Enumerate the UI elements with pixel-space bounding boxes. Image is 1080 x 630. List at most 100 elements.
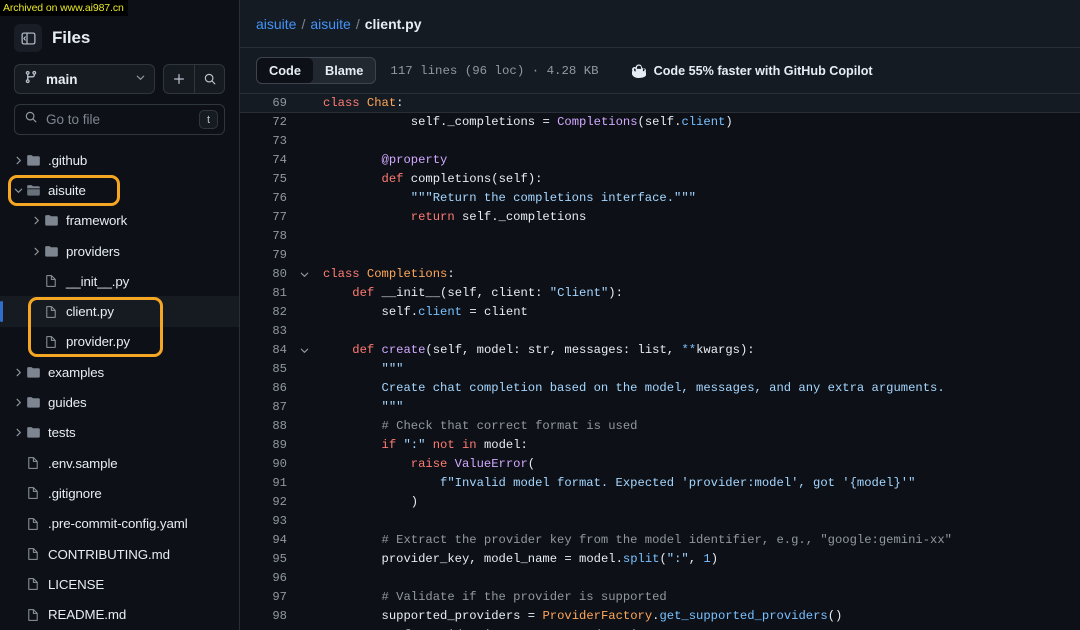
code-line: 84 def create(self, model: str, messages… bbox=[240, 341, 1080, 360]
tree-file-provider-py[interactable]: provider.py bbox=[0, 327, 239, 357]
line-number[interactable]: 79 bbox=[240, 246, 296, 265]
line-number[interactable]: 93 bbox=[240, 512, 296, 531]
code-token: () bbox=[827, 609, 843, 623]
line-number[interactable]: 87 bbox=[240, 398, 296, 417]
code-token: = bbox=[564, 552, 579, 566]
tree-folder-aisuite[interactable]: aisuite bbox=[0, 175, 239, 205]
tree-file-pre-commit-config-yaml[interactable]: .pre-commit-config.yaml bbox=[0, 509, 239, 539]
code-token: client bbox=[681, 115, 726, 129]
copilot-promo[interactable]: Code 55% faster with GitHub Copilot bbox=[631, 63, 873, 79]
code-token: """Return the completions interface.""" bbox=[410, 191, 696, 205]
code-token: , client: bbox=[476, 286, 550, 300]
tree-folder-github[interactable]: .github bbox=[0, 145, 239, 175]
line-number[interactable]: 74 bbox=[240, 151, 296, 170]
breadcrumb: aisuite / aisuite / client.py bbox=[256, 16, 422, 32]
tree-folder-guides[interactable]: guides bbox=[0, 387, 239, 417]
line-number[interactable]: 96 bbox=[240, 569, 296, 588]
line-number[interactable]: 95 bbox=[240, 550, 296, 569]
code-token: Completions bbox=[366, 267, 448, 281]
line-number[interactable]: 80 bbox=[240, 265, 296, 284]
code-source: """Return the completions interface.""" bbox=[313, 189, 696, 208]
line-number[interactable]: 90 bbox=[240, 455, 296, 474]
tree-item-label: .gitignore bbox=[48, 485, 102, 501]
tree-file-license[interactable]: LICENSE bbox=[0, 569, 239, 599]
folder-icon bbox=[26, 395, 48, 410]
line-number[interactable]: 94 bbox=[240, 531, 296, 550]
line-number[interactable]: 99 bbox=[240, 626, 296, 630]
tree-file-env-sample[interactable]: .env.sample bbox=[0, 448, 239, 478]
tree-file-client-py[interactable]: client.py bbox=[0, 296, 239, 327]
line-number[interactable]: 75 bbox=[240, 170, 296, 189]
tree-folder-tests[interactable]: tests bbox=[0, 418, 239, 448]
line-number[interactable]: 85 bbox=[240, 360, 296, 379]
folder-icon bbox=[44, 244, 66, 259]
line-number[interactable]: 92 bbox=[240, 493, 296, 512]
code-blame-toggle: Code Blame bbox=[256, 57, 377, 84]
breadcrumb-folder[interactable]: aisuite bbox=[310, 16, 350, 32]
line-number[interactable]: 86 bbox=[240, 379, 296, 398]
tree-file-init-py[interactable]: __init__.py bbox=[0, 266, 239, 296]
line-number[interactable]: 77 bbox=[240, 208, 296, 227]
chevron-right-icon[interactable] bbox=[10, 367, 26, 378]
code-line: 80 class Completions: bbox=[240, 265, 1080, 284]
line-number[interactable]: 97 bbox=[240, 588, 296, 607]
code-token: self bbox=[644, 115, 675, 129]
tab-blame[interactable]: Blame bbox=[313, 58, 375, 83]
tree-item-label: README.md bbox=[48, 607, 127, 623]
line-number[interactable]: 78 bbox=[240, 227, 296, 246]
add-file-button[interactable] bbox=[164, 65, 194, 93]
search-files-button[interactable] bbox=[194, 65, 224, 93]
code-fold-toggle[interactable] bbox=[296, 345, 313, 356]
tree-item-label: client.py bbox=[66, 304, 114, 320]
code-token: # Validate if the provider is supported bbox=[381, 590, 667, 604]
line-number[interactable]: 91 bbox=[240, 474, 296, 493]
tree-file-contributing-md[interactable]: CONTRIBUTING.md bbox=[0, 539, 239, 569]
line-number[interactable]: 82 bbox=[240, 303, 296, 322]
chevron-down-icon[interactable] bbox=[10, 185, 26, 196]
code-token: self bbox=[447, 286, 477, 300]
code-line: 79 bbox=[240, 246, 1080, 265]
line-number[interactable]: 81 bbox=[240, 284, 296, 303]
line-number[interactable]: 83 bbox=[240, 322, 296, 341]
copilot-promo-text: Code 55% faster with GitHub Copilot bbox=[653, 63, 873, 78]
line-number[interactable]: 98 bbox=[240, 607, 296, 626]
line-number[interactable]: 84 bbox=[240, 341, 296, 360]
go-to-file-shortcut: t bbox=[199, 110, 218, 129]
code-token: """ bbox=[381, 362, 404, 376]
code-viewer[interactable]: 69 class Chat: 72 self._completions = Com… bbox=[240, 94, 1080, 630]
chevron-right-icon[interactable] bbox=[28, 215, 44, 226]
file-icon bbox=[26, 577, 48, 591]
line-number[interactable]: 72 bbox=[240, 113, 296, 132]
chevron-right-icon[interactable] bbox=[10, 397, 26, 408]
branch-selector[interactable]: main bbox=[14, 64, 155, 94]
chevron-right-icon[interactable] bbox=[10, 427, 26, 438]
line-number[interactable]: 88 bbox=[240, 417, 296, 436]
line-number[interactable]: 73 bbox=[240, 132, 296, 151]
tree-folder-providers[interactable]: providers bbox=[0, 236, 239, 266]
sidebar-collapse-icon[interactable] bbox=[14, 24, 42, 52]
code-token: Create chat completion based on the mode… bbox=[381, 381, 945, 395]
file-tree: .github aisuite framework providers __init__… bbox=[0, 145, 239, 630]
code-token: model: bbox=[483, 438, 528, 452]
tree-folder-examples[interactable]: examples bbox=[0, 357, 239, 387]
breadcrumb-repo[interactable]: aisuite bbox=[256, 16, 296, 32]
go-to-file-placeholder: Go to file bbox=[46, 112, 101, 127]
tab-code[interactable]: Code bbox=[257, 58, 313, 83]
code-fold-toggle[interactable] bbox=[296, 269, 313, 280]
go-to-file-input[interactable]: Go to file t bbox=[14, 104, 225, 135]
code-line: 89 if ":" not in model: bbox=[240, 436, 1080, 455]
code-line: 86 Create chat completion based on the m… bbox=[240, 379, 1080, 398]
code-line: 88 # Check that correct format is used bbox=[240, 417, 1080, 436]
tree-folder-framework[interactable]: framework bbox=[0, 206, 239, 236]
folder-icon bbox=[26, 425, 48, 440]
code-token: model. bbox=[579, 552, 623, 566]
code-source: # Check that correct format is used bbox=[313, 417, 638, 436]
chevron-right-icon[interactable] bbox=[28, 246, 44, 257]
line-number[interactable]: 69 bbox=[240, 94, 296, 113]
line-number[interactable]: 76 bbox=[240, 189, 296, 208]
tree-file-gitignore[interactable]: .gitignore bbox=[0, 478, 239, 508]
line-number[interactable]: 89 bbox=[240, 436, 296, 455]
tree-file-readme-md[interactable]: README.md bbox=[0, 599, 239, 629]
chevron-right-icon[interactable] bbox=[10, 155, 26, 166]
